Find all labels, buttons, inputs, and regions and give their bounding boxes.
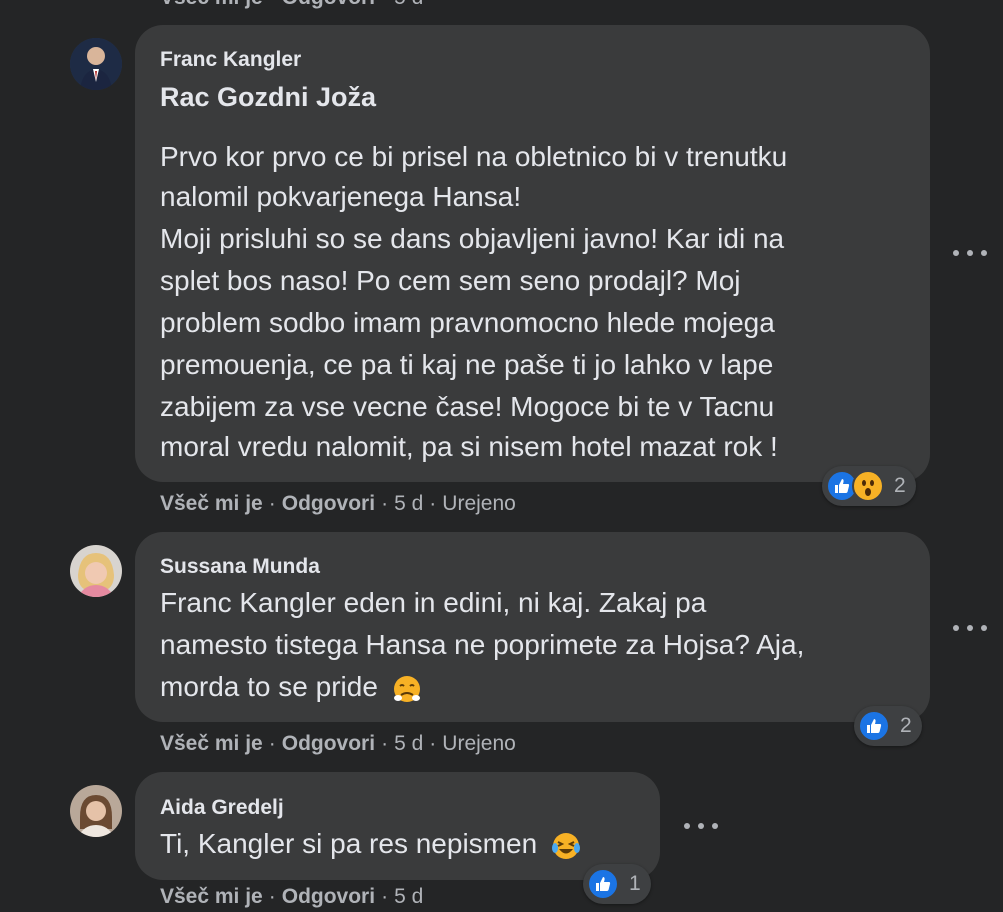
reply-link[interactable]: Odgovori xyxy=(282,885,375,909)
top-comment-actions: Všeč mi je · Odgovori · 5 d xyxy=(160,0,423,10)
more-dot-icon xyxy=(981,250,987,256)
comment-text-line: problem sodbo imam pravnomocno hlede moj… xyxy=(160,307,775,338)
like-link[interactable]: Všeč mi je xyxy=(160,0,263,10)
avatar-image xyxy=(70,785,122,837)
comment-text: Ti, Kangler si pa res nepismen xyxy=(160,828,538,859)
comment-text: morda to se pride xyxy=(160,671,378,702)
avatar-image xyxy=(70,38,122,90)
like-icon xyxy=(587,868,619,900)
edited-label: Urejeno xyxy=(442,492,516,515)
laughing-tears-icon xyxy=(551,832,580,859)
comment-text-line: nalomil pokvarjenega Hansa! xyxy=(160,181,522,212)
more-dot-icon xyxy=(981,625,987,631)
separator-dot: · xyxy=(269,0,276,10)
reaction-count: 2 xyxy=(894,474,906,497)
more-dot-icon xyxy=(953,625,959,631)
reaction-count: 1 xyxy=(629,872,641,895)
edited-label: Urejeno xyxy=(442,732,516,755)
comment-actions: Všeč mi je · Odgovori · 5 d xyxy=(160,885,423,909)
more-dot-icon xyxy=(698,823,704,829)
more-options-button[interactable] xyxy=(684,818,718,834)
comment-text-line: Moji prisluhi so se dans objavljeni javn… xyxy=(160,223,785,254)
timestamp[interactable]: 5 d xyxy=(394,732,423,756)
reaction-count: 2 xyxy=(900,714,912,737)
separator-dot: · xyxy=(381,732,389,755)
more-dot-icon xyxy=(967,625,973,631)
comment-author[interactable]: Sussana Munda xyxy=(160,555,320,579)
like-icon xyxy=(858,710,890,742)
more-dot-icon xyxy=(967,250,973,256)
wow-icon xyxy=(852,470,884,502)
avatar-aida-gredelj[interactable] xyxy=(70,785,122,837)
reply-link[interactable]: Odgovori xyxy=(282,732,375,756)
comment-actions: Všeč mi je · Odgovori · 5 d · Urejeno xyxy=(160,492,516,516)
comment-text-line: Franc Kangler eden in edini, ni kaj. Zak… xyxy=(160,587,707,618)
more-dot-icon xyxy=(684,823,690,829)
comment-text-line: Prvo kor prvo ce bi prisel na obletnico … xyxy=(160,141,788,172)
comment-author[interactable]: Aida Gredelj xyxy=(160,796,284,820)
like-link[interactable]: Všeč mi je xyxy=(160,732,263,756)
comment-text-line-with-emoji: morda to se pride xyxy=(160,670,422,704)
timestamp[interactable]: 5 d xyxy=(394,0,423,10)
timestamp[interactable]: 5 d xyxy=(394,492,423,516)
comment-author[interactable]: Franc Kangler xyxy=(160,48,301,72)
reactions-summary[interactable]: 2 xyxy=(854,706,922,746)
more-dot-icon xyxy=(953,250,959,256)
timestamp[interactable]: 5 d xyxy=(394,885,423,909)
steam-face-icon xyxy=(393,675,420,702)
separator-dot: · xyxy=(381,492,389,515)
separator-dot: · xyxy=(381,0,388,10)
reply-link[interactable]: Odgovori xyxy=(282,0,375,10)
comment-text-line: moral vredu nalomit, pa si nisem hotel m… xyxy=(160,431,778,462)
comment-text-line: premouenja, ce pa ti kaj ne paše ti jo l… xyxy=(160,349,774,380)
separator-dot: · xyxy=(268,492,276,515)
separator-dot: · xyxy=(429,732,437,755)
comment-bubble xyxy=(135,772,660,880)
like-link[interactable]: Všeč mi je xyxy=(160,492,263,516)
comment-text-line-with-emoji: Ti, Kangler si pa res nepismen xyxy=(160,827,581,861)
separator-dot: · xyxy=(429,492,437,515)
reply-link[interactable]: Odgovori xyxy=(282,492,375,516)
more-options-button[interactable] xyxy=(953,620,987,636)
separator-dot: · xyxy=(268,885,276,908)
comment-text-line: splet bos naso! Po cem sem seno prodajl?… xyxy=(160,265,741,296)
separator-dot: · xyxy=(381,885,389,908)
reactions-summary[interactable]: 2 xyxy=(822,466,916,506)
avatar-sussana-munda[interactable] xyxy=(70,545,122,597)
avatar-image xyxy=(70,545,122,597)
comment-text-line: zabijem za vse vecne čase! Mogoce bi te … xyxy=(160,391,775,422)
reactions-summary[interactable]: 1 xyxy=(583,864,651,904)
more-options-button[interactable] xyxy=(953,245,987,261)
separator-dot: · xyxy=(268,732,276,755)
tagged-name[interactable]: Rac Gozdni Joža xyxy=(160,82,376,113)
comment-text-line: namesto tistega Hansa ne poprimete za Ho… xyxy=(160,629,805,660)
more-dot-icon xyxy=(712,823,718,829)
avatar-franc-kangler[interactable] xyxy=(70,38,122,90)
comment-actions: Všeč mi je · Odgovori · 5 d · Urejeno xyxy=(160,732,516,756)
like-link[interactable]: Všeč mi je xyxy=(160,885,263,909)
